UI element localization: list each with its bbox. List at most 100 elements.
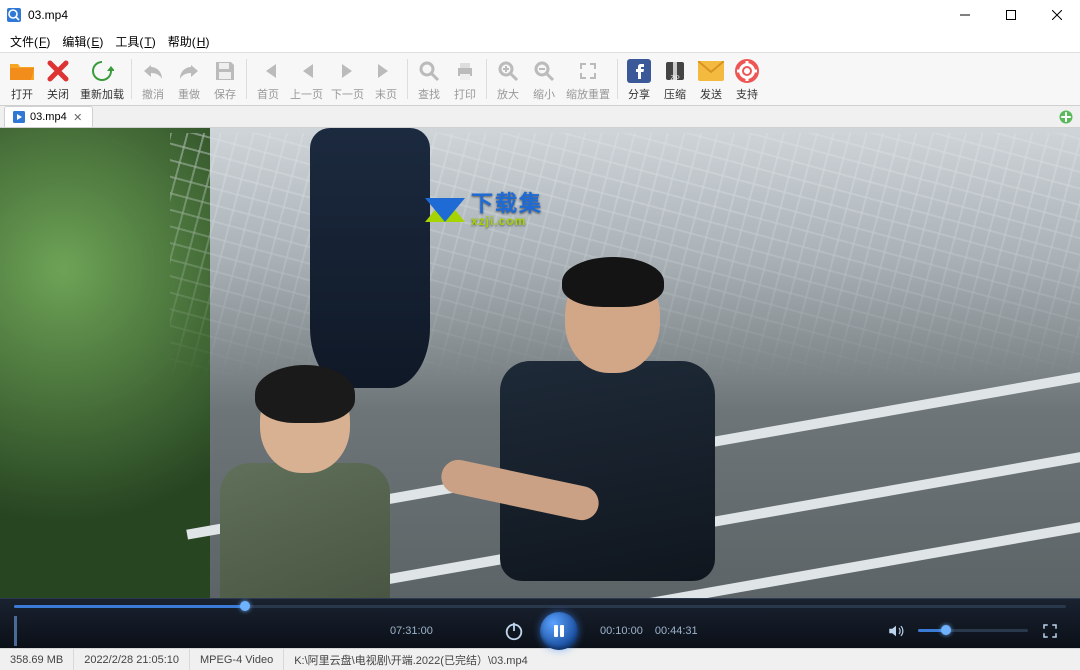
next-page-icon (334, 57, 362, 85)
zoom-reset-button[interactable]: 缩放重置 (562, 54, 614, 104)
volume-button[interactable] (884, 619, 908, 643)
undo-icon (139, 57, 167, 85)
toolbar-separator (407, 59, 408, 99)
zoom-in-button[interactable]: 放大 (490, 54, 526, 104)
menu-tools[interactable]: 工具(T) (109, 31, 161, 52)
play-pause-button[interactable] (540, 612, 578, 650)
save-button[interactable]: 保存 (207, 54, 243, 104)
toolbar-label: 首页 (257, 86, 279, 102)
toolbar-label: 末页 (375, 86, 397, 102)
prev-page-icon (293, 57, 321, 85)
toolbar: 打开 关闭 重新加载 撤消 重做 保存 首页 上一页 下一页 末页 查找 (0, 52, 1080, 106)
time-total: 00:44:31 (655, 625, 698, 637)
last-page-button[interactable]: 末页 (368, 54, 404, 104)
print-button[interactable]: 打印 (447, 54, 483, 104)
toolbar-separator (486, 59, 487, 99)
facebook-icon (625, 57, 653, 85)
toolbar-separator (617, 59, 618, 99)
redo-button[interactable]: 重做 (171, 54, 207, 104)
tabbar: 03.mp4 ✕ (0, 106, 1080, 128)
volume-slider[interactable] (918, 629, 1028, 632)
zoom-in-icon (494, 57, 522, 85)
status-codec: MPEG-4 Video (190, 649, 284, 670)
toolbar-label: 分享 (628, 86, 650, 102)
toolbar-label: 保存 (214, 86, 236, 102)
toolbar-label: 查找 (418, 86, 440, 102)
tab-add-button[interactable] (1058, 109, 1074, 125)
statusbar: 358.69 MB 2022/2/28 21:05:10 MPEG-4 Vide… (0, 648, 1080, 670)
svg-text:ZIP: ZIP (670, 76, 679, 82)
close-file-button[interactable]: 关闭 (40, 54, 76, 104)
send-button[interactable]: 发送 (693, 54, 729, 104)
toolbar-label: 下一页 (331, 86, 364, 102)
titlebar-left: 03.mp4 (6, 7, 68, 23)
find-button[interactable]: 查找 (411, 54, 447, 104)
close-button[interactable] (1034, 0, 1080, 30)
chapter-marker (14, 616, 17, 646)
toolbar-label: 打印 (454, 86, 476, 102)
tab-close-button[interactable]: ✕ (72, 111, 84, 123)
mail-icon (697, 57, 725, 85)
menubar: 文件(F) 编辑(E) 工具(T) 帮助(H) (0, 30, 1080, 52)
folder-open-icon (8, 57, 36, 85)
toolbar-separator (246, 59, 247, 99)
prev-page-button[interactable]: 上一页 (286, 54, 327, 104)
save-icon (211, 57, 239, 85)
print-icon (451, 57, 479, 85)
first-page-button[interactable]: 首页 (250, 54, 286, 104)
watermark-text-cn: 下载集 (471, 193, 543, 215)
redo-icon (175, 57, 203, 85)
toolbar-label: 压缩 (664, 86, 686, 102)
reload-icon (88, 57, 116, 85)
close-x-icon (44, 57, 72, 85)
fullscreen-button[interactable] (1038, 619, 1062, 643)
toolbar-label: 缩放重置 (566, 86, 610, 102)
toolbar-label: 重新加载 (80, 86, 124, 102)
zip-button[interactable]: ZIP 压缩 (657, 54, 693, 104)
search-icon (415, 57, 443, 85)
toolbar-label: 撤消 (142, 86, 164, 102)
menu-edit[interactable]: 编辑(E) (56, 31, 109, 52)
minimize-button[interactable] (942, 0, 988, 30)
toolbar-label: 打开 (11, 86, 33, 102)
first-page-icon (254, 57, 282, 85)
status-date: 2022/2/28 21:05:10 (74, 649, 190, 670)
video-area[interactable]: 下载集 xzji.com (0, 128, 1080, 598)
zip-icon: ZIP (661, 57, 689, 85)
zoom-out-button[interactable]: 缩小 (526, 54, 562, 104)
undo-button[interactable]: 撤消 (135, 54, 171, 104)
menu-help[interactable]: 帮助(H) (162, 31, 216, 52)
tab-label: 03.mp4 (30, 111, 67, 123)
titlebar: 03.mp4 (0, 0, 1080, 30)
video-file-icon (13, 111, 25, 123)
time-current: 00:10:00 (600, 625, 643, 637)
status-path: K:\阿里云盘\电视剧\开端.2022(已完结）\03.mp4 (284, 649, 1080, 670)
tab-file[interactable]: 03.mp4 ✕ (4, 106, 93, 127)
status-size: 358.69 MB (0, 649, 74, 670)
time-elapsed: 07:31:00 (390, 625, 433, 637)
zoom-reset-icon (574, 57, 602, 85)
reload-button[interactable]: 重新加载 (76, 54, 128, 104)
last-page-icon (372, 57, 400, 85)
maximize-button[interactable] (988, 0, 1034, 30)
lifebuoy-icon (733, 57, 761, 85)
toolbar-label: 缩小 (533, 86, 555, 102)
menu-file[interactable]: 文件(F) (4, 31, 56, 52)
player-controls: 07:31:00 00:10:00 00:44:31 (0, 598, 1080, 648)
toolbar-label: 放大 (497, 86, 519, 102)
toolbar-separator (131, 59, 132, 99)
zoom-out-icon (530, 57, 558, 85)
watermark-logo-icon (425, 190, 465, 230)
toolbar-label: 发送 (700, 86, 722, 102)
power-stop-button[interactable] (502, 619, 526, 643)
open-button[interactable]: 打开 (4, 54, 40, 104)
support-button[interactable]: 支持 (729, 54, 765, 104)
toolbar-label: 关闭 (47, 86, 69, 102)
share-button[interactable]: 分享 (621, 54, 657, 104)
next-page-button[interactable]: 下一页 (327, 54, 368, 104)
toolbar-label: 上一页 (290, 86, 323, 102)
toolbar-label: 支持 (736, 86, 758, 102)
window-controls (942, 0, 1080, 30)
watermark-text-en: xzji.com (471, 215, 543, 227)
watermark: 下载集 xzji.com (425, 190, 543, 230)
